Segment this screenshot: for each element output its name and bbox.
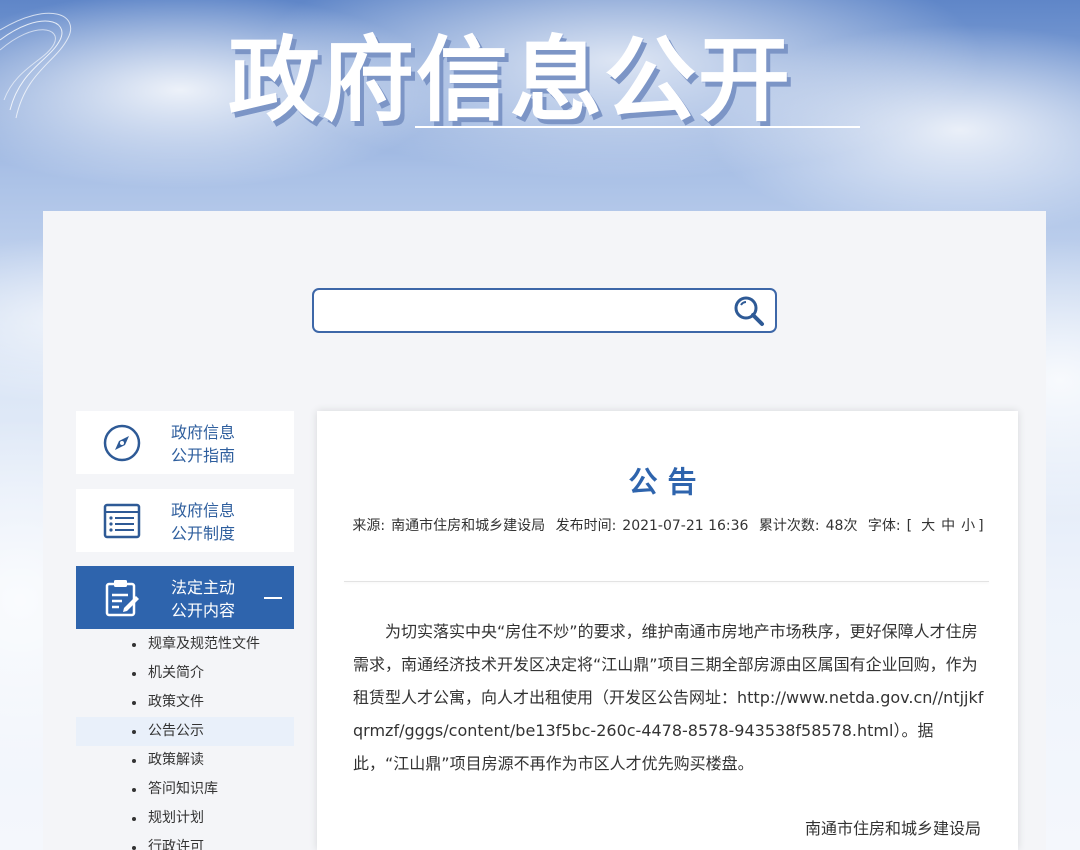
sidebar-label-line: 公开制度 xyxy=(171,524,236,543)
font-small-button[interactable]: 小 xyxy=(961,518,975,534)
views-label: 累计次数: xyxy=(758,518,820,534)
views-value: 48次 xyxy=(825,518,858,534)
subnav-item-admin-licensing[interactable]: 行政许可 xyxy=(76,833,294,850)
font-size-bracket: ] xyxy=(978,518,984,534)
search-input[interactable] xyxy=(324,296,724,326)
sidebar-label-line: 政府信息 xyxy=(171,423,236,442)
sidebar-label-line: 法定主动 xyxy=(171,578,236,597)
time-label: 发布时间: xyxy=(555,518,617,534)
font-size-bracket: [ xyxy=(906,518,913,534)
font-large-button[interactable]: 大 xyxy=(921,518,935,534)
page-title: 政府信息公开 xyxy=(228,27,793,134)
article-meta: 来源: 南通市住房和城乡建设局 发布时间: 2021-07-21 16:36 累计次… xyxy=(351,515,991,537)
source-label: 来源: xyxy=(352,518,386,534)
search-button[interactable] xyxy=(731,294,767,328)
subnav-item-plans[interactable]: 规划计划 xyxy=(76,804,294,833)
source-value: 南通市住房和城乡建设局 xyxy=(391,518,546,534)
compass-icon xyxy=(103,424,141,462)
subnav-item-announcements[interactable]: 公告公示 xyxy=(76,717,294,746)
subnav-item-regulations[interactable]: 规章及规范性文件 xyxy=(76,630,294,659)
sidebar-item-label: 政府信息 公开指南 xyxy=(171,421,281,467)
subnav-item-policy-interpretation[interactable]: 政策解读 xyxy=(76,746,294,775)
search-box xyxy=(312,288,777,333)
sidebar-label-line: 公开内容 xyxy=(171,601,236,620)
article-body: 为切实落实中央“房住不炒”的要求，维护南通市房地产市场秩序，更好保障人才住房需求… xyxy=(353,622,984,773)
font-size-label: 字体: xyxy=(867,518,901,534)
article-card: 公告 来源: 南通市住房和城乡建设局 发布时间: 2021-07-21 16:36 … xyxy=(317,411,1018,850)
decorative-swirl xyxy=(0,12,72,119)
sidebar-item-system[interactable]: 政府信息 公开制度 xyxy=(76,489,294,552)
sidebar-item-label: 政府信息 公开制度 xyxy=(171,499,281,545)
sidebar-item-label: 法定主动 公开内容 xyxy=(171,576,281,622)
article-title: 公告 xyxy=(628,465,707,499)
sidebar-item-guide[interactable]: 政府信息 公开指南 xyxy=(76,411,294,474)
time-value: 2021-07-21 16:36 xyxy=(622,518,749,534)
sidebar-label-line: 政府信息 xyxy=(171,501,236,520)
title-underline xyxy=(415,126,860,128)
subnav-item-policy-docs[interactable]: 政策文件 xyxy=(76,688,294,717)
list-document-icon xyxy=(103,503,141,539)
article-signature: 南通市住房和城乡建设局 xyxy=(804,819,981,838)
subnav-item-agency-intro[interactable]: 机关简介 xyxy=(76,659,294,688)
font-medium-button[interactable]: 中 xyxy=(941,518,955,534)
search-icon xyxy=(734,296,764,326)
divider xyxy=(344,581,989,582)
sidebar-subnav: 规章及规范性文件 机关简介 政策文件 公告公示 政策解读 答问知识库 规划计划 … xyxy=(76,630,294,850)
sidebar-item-legal-content[interactable]: 法定主动 公开内容 xyxy=(76,566,294,629)
subnav-item-qa-knowledge[interactable]: 答问知识库 xyxy=(76,775,294,804)
sidebar-label-line: 公开指南 xyxy=(171,446,236,465)
collapse-icon[interactable] xyxy=(264,597,282,599)
clipboard-edit-icon xyxy=(105,580,139,617)
